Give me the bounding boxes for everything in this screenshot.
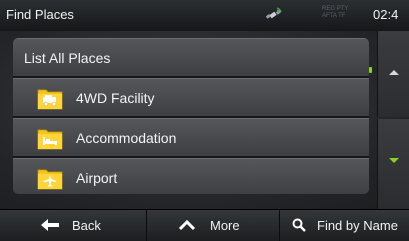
scroll-position-indicator <box>369 67 372 73</box>
back-button-label: Back <box>72 218 101 233</box>
list-item-list-all-places[interactable]: List All Places <box>13 38 369 76</box>
list-item-accommodation[interactable]: Accommodation <box>13 118 369 156</box>
more-button[interactable]: More <box>147 210 280 241</box>
chevron-up-icon <box>389 70 399 75</box>
page-title: Find Places <box>6 7 74 22</box>
find-by-name-button[interactable]: Find by Name <box>280 210 409 241</box>
jeep-folder-icon <box>37 89 63 110</box>
search-icon <box>292 218 306 232</box>
gps-status-text: REG PTY AFTA TF <box>322 6 349 19</box>
bottom-bar: Back More Find by Name <box>0 209 409 241</box>
back-button[interactable]: Back <box>0 210 147 241</box>
scroll-down-button[interactable] <box>377 119 409 209</box>
find-by-name-label: Find by Name <box>317 218 398 233</box>
scroll-column <box>377 31 409 209</box>
more-button-label: More <box>210 218 240 233</box>
bed-folder-icon <box>37 129 63 150</box>
airplane-folder-icon <box>37 169 63 190</box>
clock: 02:4 <box>373 7 399 22</box>
list-item-label: List All Places <box>24 50 111 66</box>
list-item-label: Accommodation <box>76 130 177 146</box>
satellite-icon <box>265 7 282 19</box>
title-bar: Find Places REG PTY AFTA TF 02:4 <box>0 0 409 32</box>
chevron-up-icon <box>179 219 195 231</box>
list-item-label: Airport <box>76 170 118 186</box>
places-list: List All Places 4WD Facility Accommodati… <box>13 38 369 194</box>
list-item-4wd-facility[interactable]: 4WD Facility <box>13 78 369 116</box>
list-item-label: 4WD Facility <box>76 90 155 106</box>
scroll-up-button[interactable] <box>377 31 409 117</box>
content-area: List All Places 4WD Facility Accommodati… <box>0 31 409 209</box>
chevron-down-icon <box>389 158 399 163</box>
arrow-left-icon <box>41 219 59 231</box>
list-item-airport[interactable]: Airport <box>13 158 369 194</box>
